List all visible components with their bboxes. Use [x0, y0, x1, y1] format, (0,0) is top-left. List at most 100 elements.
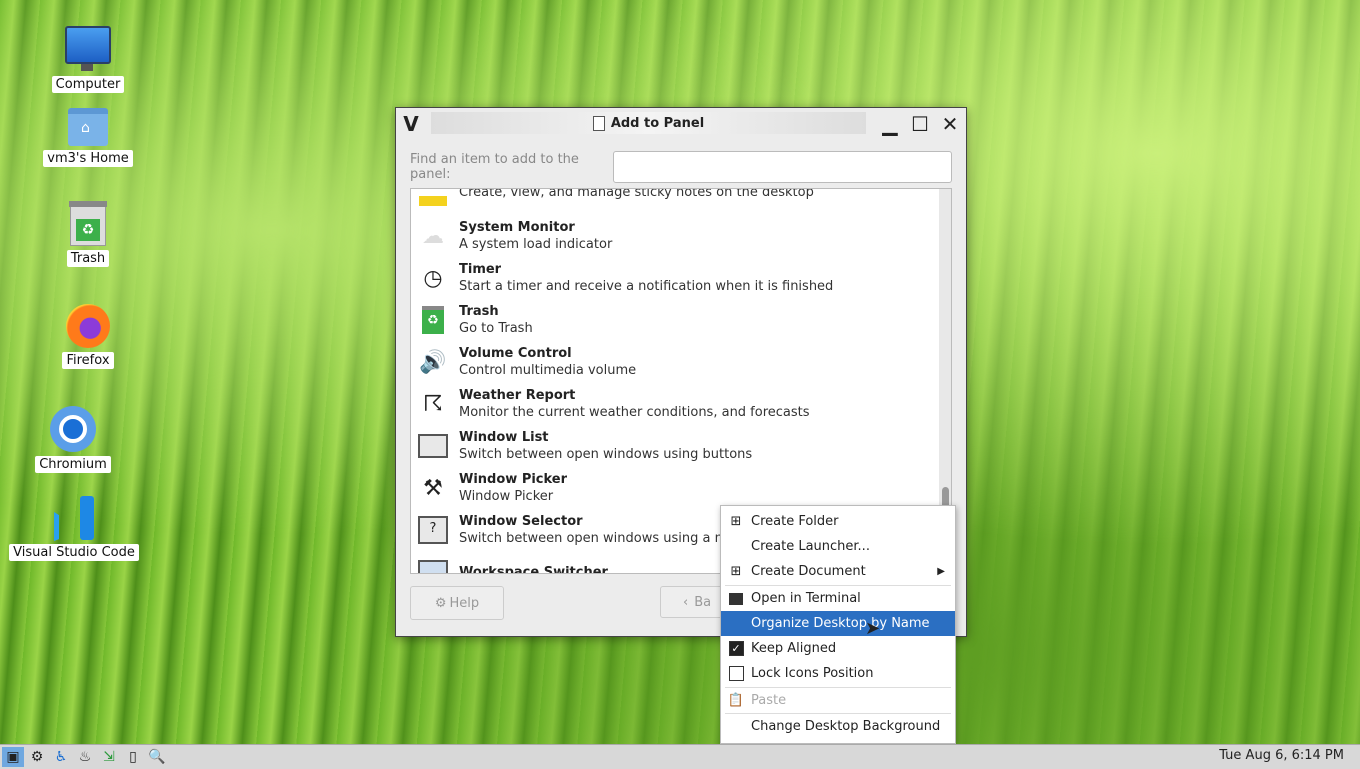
item-desc: Switch between open windows using button…: [459, 447, 753, 462]
timer-icon: ◷: [423, 265, 443, 291]
list-item[interactable]: ☁ System Monitor A system load indicator: [411, 215, 931, 257]
new-folder-icon: ⊞: [730, 514, 742, 529]
menu-item-lock-icons[interactable]: Lock Icons Position: [721, 661, 955, 686]
desktop-icon-chromium[interactable]: Chromium: [13, 406, 133, 473]
menu-item-label: Open in Terminal: [751, 591, 861, 606]
item-name: Window Picker: [459, 472, 568, 487]
menu-item-label: Paste: [751, 693, 787, 708]
taskbar: ▣ ⚙ ♿ ♨ ⇲ ▯ 🔍 Tue Aug 6, 6:14 PM: [0, 744, 1360, 769]
clock[interactable]: Tue Aug 6, 6:14 PM: [1219, 748, 1344, 763]
window-list-icon: [417, 430, 449, 462]
desktop-icon-label: Firefox: [62, 352, 114, 369]
item-name: Trash: [459, 304, 499, 319]
chevron-left-icon: ‹: [683, 594, 689, 610]
paste-icon: 📋: [727, 693, 745, 708]
desktop-icon-firefox[interactable]: Firefox: [28, 304, 148, 369]
help-label: Help: [449, 595, 480, 611]
desktop-icon-computer[interactable]: Computer: [28, 26, 148, 93]
menu-item-label: Organize Desktop by Name: [751, 616, 930, 631]
list-item[interactable]: ♻ Trash Go to Trash: [411, 299, 931, 341]
menu-item-label: Create Document: [751, 564, 866, 579]
accessibility-icon[interactable]: ♿: [50, 747, 72, 767]
maximize-button[interactable]: ☐: [908, 112, 932, 136]
volume-icon: 🔊: [419, 349, 447, 375]
item-desc: A system load indicator: [459, 237, 613, 252]
firefox-icon: [66, 304, 110, 348]
item-name: Window Selector: [459, 514, 583, 529]
menu-item-label: Keep Aligned: [751, 641, 837, 656]
list-item[interactable]: ⚒ Window Picker Window Picker: [411, 467, 931, 509]
item-name: Weather Report: [459, 388, 576, 403]
item-name: Timer: [459, 262, 502, 277]
desktop-icon-label: Chromium: [35, 456, 111, 473]
settings-icon[interactable]: ⚙: [26, 747, 48, 767]
desktop-icon-label: Visual Studio Code: [9, 544, 139, 561]
item-desc: Go to Trash: [459, 321, 533, 336]
item-desc: Monitor the current weather conditions, …: [459, 405, 810, 420]
help-icon: ⚙: [434, 595, 447, 611]
dialog-titlebar[interactable]: V Add to Panel ▁ ☐ ✕: [396, 108, 966, 140]
list-item[interactable]: ◷ Timer Start a timer and receive a notif…: [411, 257, 931, 299]
find-label: Find an item to add to the panel:: [410, 152, 579, 182]
menu-item-label: Lock Icons Position: [751, 666, 874, 681]
desktop-icon-label: vm3's Home: [43, 150, 133, 167]
item-desc: Window Picker: [459, 489, 554, 504]
menu-item-change-background[interactable]: Change Desktop Background: [721, 714, 955, 739]
list-item[interactable]: 🔊 Volume Control Control multimedia volum…: [411, 341, 931, 383]
back-label: Ba: [694, 594, 712, 610]
menu-item-keep-aligned[interactable]: ✓ Keep Aligned: [721, 636, 955, 661]
mouse-pointer-icon: ➤: [865, 618, 881, 639]
item-name: Volume Control: [459, 346, 572, 361]
help-button[interactable]: ⚙ Help: [410, 586, 504, 620]
logout-icon[interactable]: ⇲: [98, 747, 120, 767]
desktop-icon-home[interactable]: ⌂ vm3's Home: [28, 108, 148, 167]
menu-item-label: Create Folder: [751, 514, 839, 529]
organize-icon: [727, 615, 745, 633]
checkbox-unchecked[interactable]: [727, 665, 745, 683]
close-button[interactable]: ✕: [938, 112, 962, 136]
menu-item-label: Change Desktop Background: [751, 719, 941, 734]
system-monitor-icon: ☁: [422, 223, 444, 249]
window-picker-icon: ⚒: [423, 475, 443, 501]
background-icon: [727, 718, 745, 736]
item-desc: Create, view, and manage sticky notes on…: [459, 188, 814, 200]
panel-applet-icon[interactable]: ▯: [122, 747, 144, 767]
menu-item-label: Create Launcher...: [751, 539, 870, 554]
weather-icon: ☈: [423, 391, 443, 417]
home-folder-icon: ⌂: [68, 108, 108, 146]
dialog-title-bar[interactable]: Add to Panel: [431, 112, 866, 134]
panel-icon: [592, 115, 605, 131]
new-document-icon: ⊞: [730, 564, 742, 579]
sticky-notes-icon: [417, 189, 449, 208]
desktop-context-menu: ⊞ Create Folder Create Launcher... ⊞ Cre…: [720, 505, 956, 744]
window-selector-icon: ?: [417, 514, 449, 546]
workspace-switcher-icon: [417, 556, 449, 573]
show-desktop-icon[interactable]: ▣: [2, 747, 24, 767]
window-menu-logo[interactable]: V: [396, 112, 426, 136]
submenu-arrow-icon: ▶: [937, 566, 945, 577]
menu-item-open-terminal[interactable]: Open in Terminal: [721, 586, 955, 611]
dialog-title: Add to Panel: [610, 115, 705, 131]
find-row: Find an item to add to the panel:: [410, 151, 952, 183]
menu-item-create-launcher[interactable]: Create Launcher...: [721, 534, 955, 559]
list-item[interactable]: Create, view, and manage sticky notes on…: [411, 188, 931, 213]
search-input[interactable]: [613, 151, 952, 183]
desktop-icon-vscode[interactable]: Visual Studio Code: [9, 496, 139, 561]
search-icon[interactable]: 🔍: [146, 747, 168, 767]
item-name: Window List: [459, 430, 549, 445]
desktop-icon-trash[interactable]: ♻ Trash: [28, 201, 148, 267]
vscode-icon: [52, 496, 96, 540]
desktop-icon-label: Trash: [66, 250, 110, 267]
checkbox-checked[interactable]: ✓: [727, 640, 745, 658]
system-monitor-icon[interactable]: ♨: [74, 747, 96, 767]
list-item[interactable]: Window List Switch between open windows u…: [411, 425, 931, 467]
minimize-button[interactable]: ▁: [878, 112, 902, 136]
list-item[interactable]: ☈ Weather Report Monitor the current weat…: [411, 383, 931, 425]
desktop-icon-label: Computer: [51, 76, 125, 93]
menu-item-create-folder[interactable]: ⊞ Create Folder: [721, 509, 955, 534]
chromium-icon: [50, 406, 96, 452]
trash-icon: ♻: [69, 201, 107, 246]
menu-item-organize-by-name[interactable]: Organize Desktop by Name: [721, 611, 955, 636]
menu-item-create-document[interactable]: ⊞ Create Document ▶: [721, 559, 955, 584]
menu-item-paste[interactable]: 📋 Paste: [721, 688, 955, 713]
